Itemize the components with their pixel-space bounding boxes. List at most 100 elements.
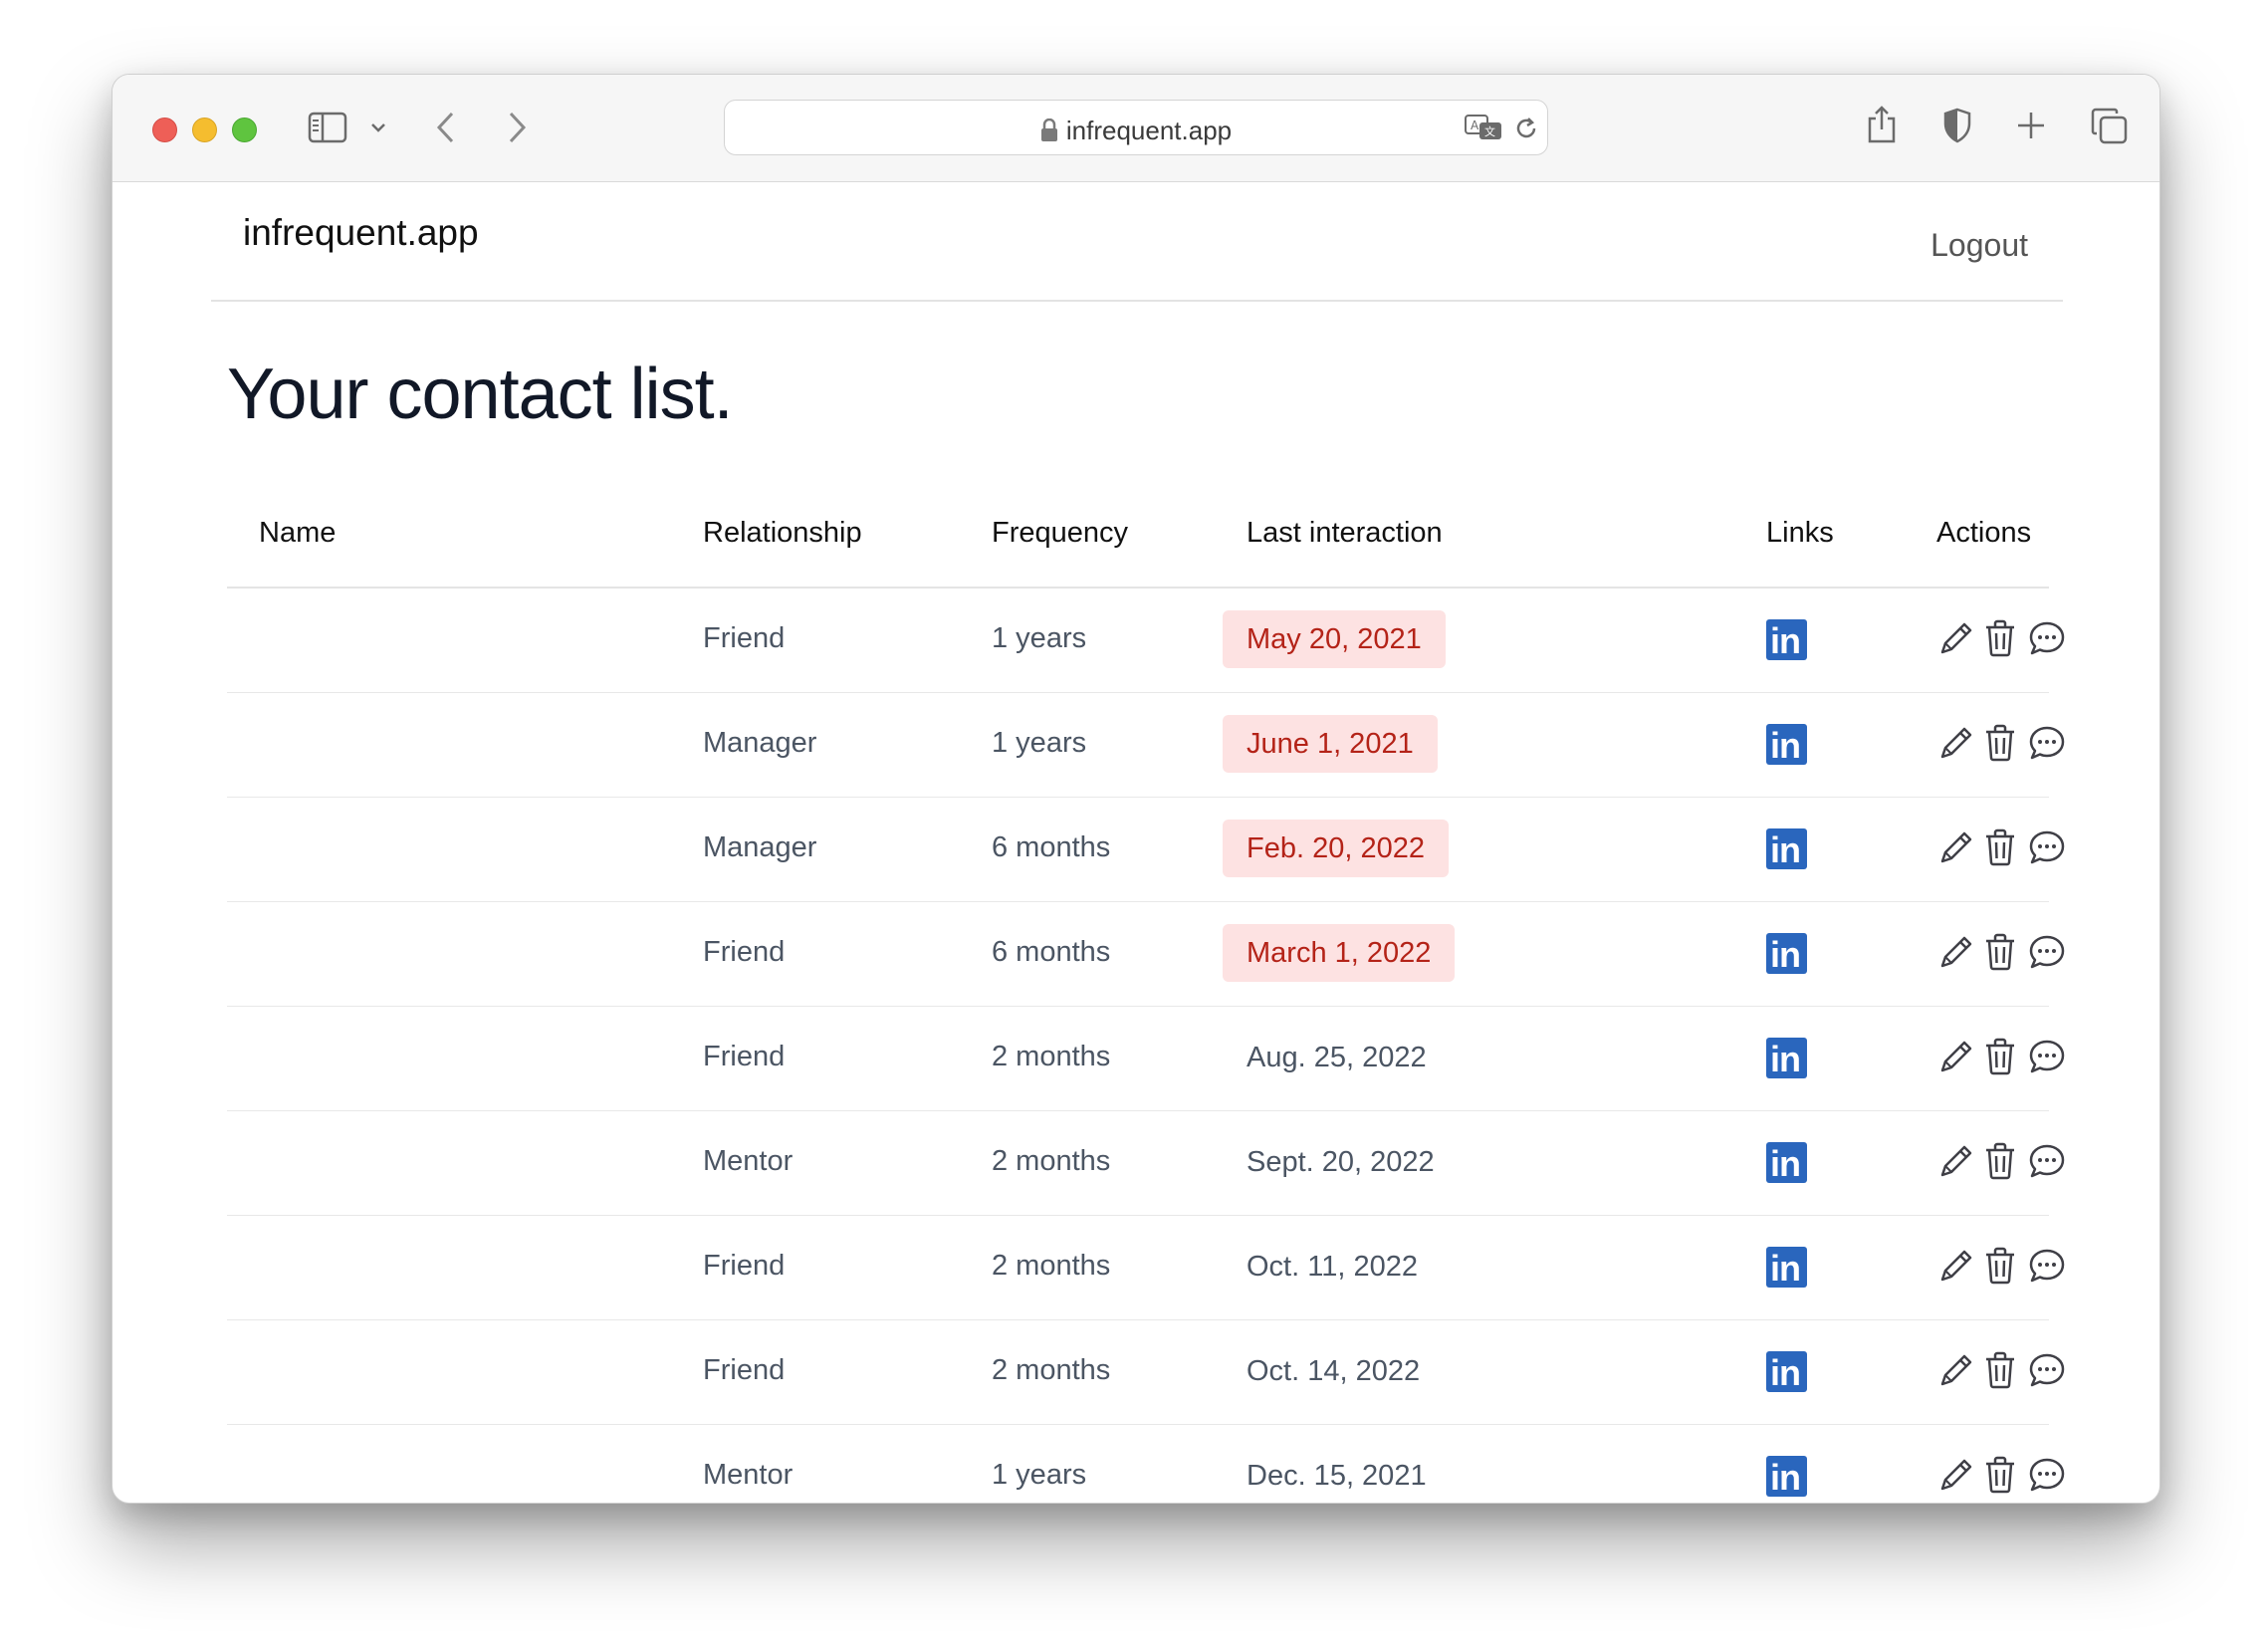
svg-text:文: 文	[1484, 124, 1495, 138]
table-body: Friend 1 years May 20, 2021 in Manager 1…	[227, 589, 2065, 1503]
table-row: Friend 2 months Oct. 14, 2022 in	[227, 1320, 2065, 1425]
last-interaction-date: May 20, 2021	[1223, 610, 1446, 668]
column-header-name: Name	[259, 517, 337, 549]
relationship-cell: Mentor	[703, 1145, 794, 1177]
pencil-icon[interactable]	[1936, 1350, 1976, 1390]
address-bar-url: infrequent.app	[1065, 116, 1233, 145]
column-header-actions: Actions	[1936, 517, 2032, 549]
brand-name[interactable]: infrequent.app	[243, 212, 479, 254]
linkedin-icon[interactable]: in	[1766, 1456, 1807, 1498]
column-header-relationship: Relationship	[703, 517, 862, 549]
table-row: Friend 2 months Aug. 25, 2022 in	[227, 1007, 2065, 1111]
last-interaction-date: March 1, 2022	[1223, 924, 1456, 982]
translate-icon[interactable]: A 文	[1464, 114, 1503, 141]
linkedin-icon[interactable]: in	[1766, 724, 1807, 766]
linkedin-icon[interactable]: in	[1766, 619, 1807, 661]
new-tab-icon[interactable]	[2016, 111, 2046, 140]
minimize-window-button[interactable]	[192, 118, 217, 142]
frequency-cell: 1 years	[992, 727, 1087, 759]
column-header-links: Links	[1766, 517, 1834, 549]
trash-icon[interactable]	[1983, 1455, 2017, 1495]
frequency-cell: 6 months	[992, 936, 1111, 968]
trash-icon[interactable]	[1983, 932, 2017, 972]
frequency-cell: 1 years	[992, 622, 1087, 654]
relationship-cell: Friend	[703, 936, 786, 968]
table-row: Mentor 1 years Dec. 15, 2021 in	[227, 1425, 2065, 1503]
address-bar[interactable]: infrequent.app A 文	[724, 100, 1548, 155]
chat-bubble-icon[interactable]	[2027, 1141, 2067, 1181]
pencil-icon[interactable]	[1936, 1246, 1976, 1286]
sidebar-toggle-icon[interactable]	[308, 112, 347, 143]
logout-link[interactable]: Logout	[1930, 227, 2028, 264]
back-arrow-icon[interactable]	[435, 111, 457, 144]
relationship-cell: Friend	[703, 1250, 786, 1282]
chat-bubble-icon[interactable]	[2027, 827, 2067, 867]
contact-table: Name Relationship Frequency Last interac…	[227, 481, 2065, 1503]
table-row: Manager 6 months Feb. 20, 2022 in	[227, 798, 2065, 902]
pencil-icon[interactable]	[1936, 827, 1976, 867]
chat-bubble-icon[interactable]	[2027, 1455, 2067, 1495]
pencil-icon[interactable]	[1936, 618, 1976, 658]
relationship-cell: Manager	[703, 831, 817, 863]
chat-bubble-icon[interactable]	[2027, 1246, 2067, 1286]
page-content: infrequent.app Logout Your contact list.…	[113, 182, 2159, 1503]
last-interaction-date: Oct. 11, 2022	[1247, 1251, 1418, 1283]
pencil-icon[interactable]	[1936, 1141, 1976, 1181]
tab-overview-icon[interactable]	[2091, 108, 2129, 145]
linkedin-icon[interactable]: in	[1766, 1247, 1807, 1289]
lock-icon	[1040, 118, 1057, 141]
frequency-cell: 1 years	[992, 1459, 1087, 1491]
trash-icon[interactable]	[1983, 618, 2017, 658]
frequency-cell: 2 months	[992, 1354, 1111, 1386]
chat-bubble-icon[interactable]	[2027, 1350, 2067, 1390]
linkedin-icon[interactable]: in	[1766, 1142, 1807, 1184]
trash-icon[interactable]	[1983, 1037, 2017, 1076]
frequency-cell: 2 months	[992, 1250, 1111, 1282]
page-title: Your contact list.	[227, 354, 734, 434]
chat-bubble-icon[interactable]	[2027, 618, 2067, 658]
chevron-down-icon[interactable]	[370, 120, 386, 134]
trash-icon[interactable]	[1983, 1141, 2017, 1181]
pencil-icon[interactable]	[1936, 1455, 1976, 1495]
share-icon[interactable]	[1866, 105, 1898, 144]
privacy-shield-icon[interactable]	[1942, 108, 1972, 143]
trash-icon[interactable]	[1983, 723, 2017, 763]
table-row: Friend 6 months March 1, 2022 in	[227, 902, 2065, 1007]
relationship-cell: Friend	[703, 1354, 786, 1386]
last-interaction-date: Sept. 20, 2022	[1247, 1146, 1435, 1178]
trash-icon[interactable]	[1983, 1246, 2017, 1286]
table-row: Friend 1 years May 20, 2021 in	[227, 589, 2065, 693]
reload-icon[interactable]	[1513, 115, 1539, 142]
last-interaction-date: Aug. 25, 2022	[1247, 1042, 1427, 1073]
forward-arrow-icon[interactable]	[506, 111, 528, 144]
linkedin-icon[interactable]: in	[1766, 828, 1807, 870]
zoom-window-button[interactable]	[232, 118, 257, 142]
table-row: Mentor 2 months Sept. 20, 2022 in	[227, 1111, 2065, 1216]
pencil-icon[interactable]	[1936, 932, 1976, 972]
column-header-last-interaction: Last interaction	[1247, 517, 1443, 549]
pencil-icon[interactable]	[1936, 723, 1976, 763]
linkedin-icon[interactable]: in	[1766, 933, 1807, 975]
close-window-button[interactable]	[152, 118, 177, 142]
relationship-cell: Friend	[703, 1041, 786, 1072]
table-row: Friend 2 months Oct. 11, 2022 in	[227, 1216, 2065, 1320]
browser-window: infrequent.app A 文 infrequent.app Logout…	[112, 74, 2160, 1504]
frequency-cell: 2 months	[992, 1041, 1111, 1072]
svg-text:A: A	[1471, 118, 1479, 132]
table-row: Manager 1 years June 1, 2021 in	[227, 693, 2065, 798]
frequency-cell: 6 months	[992, 831, 1111, 863]
chat-bubble-icon[interactable]	[2027, 1037, 2067, 1076]
last-interaction-date: Feb. 20, 2022	[1223, 820, 1449, 877]
nav-divider	[211, 300, 2063, 302]
relationship-cell: Manager	[703, 727, 817, 759]
linkedin-icon[interactable]: in	[1766, 1038, 1807, 1079]
table-header: Name Relationship Frequency Last interac…	[227, 481, 2049, 589]
trash-icon[interactable]	[1983, 827, 2017, 867]
trash-icon[interactable]	[1983, 1350, 2017, 1390]
relationship-cell: Mentor	[703, 1459, 794, 1491]
pencil-icon[interactable]	[1936, 1037, 1976, 1076]
chat-bubble-icon[interactable]	[2027, 932, 2067, 972]
chat-bubble-icon[interactable]	[2027, 723, 2067, 763]
last-interaction-date: Oct. 14, 2022	[1247, 1355, 1421, 1387]
linkedin-icon[interactable]: in	[1766, 1351, 1807, 1393]
